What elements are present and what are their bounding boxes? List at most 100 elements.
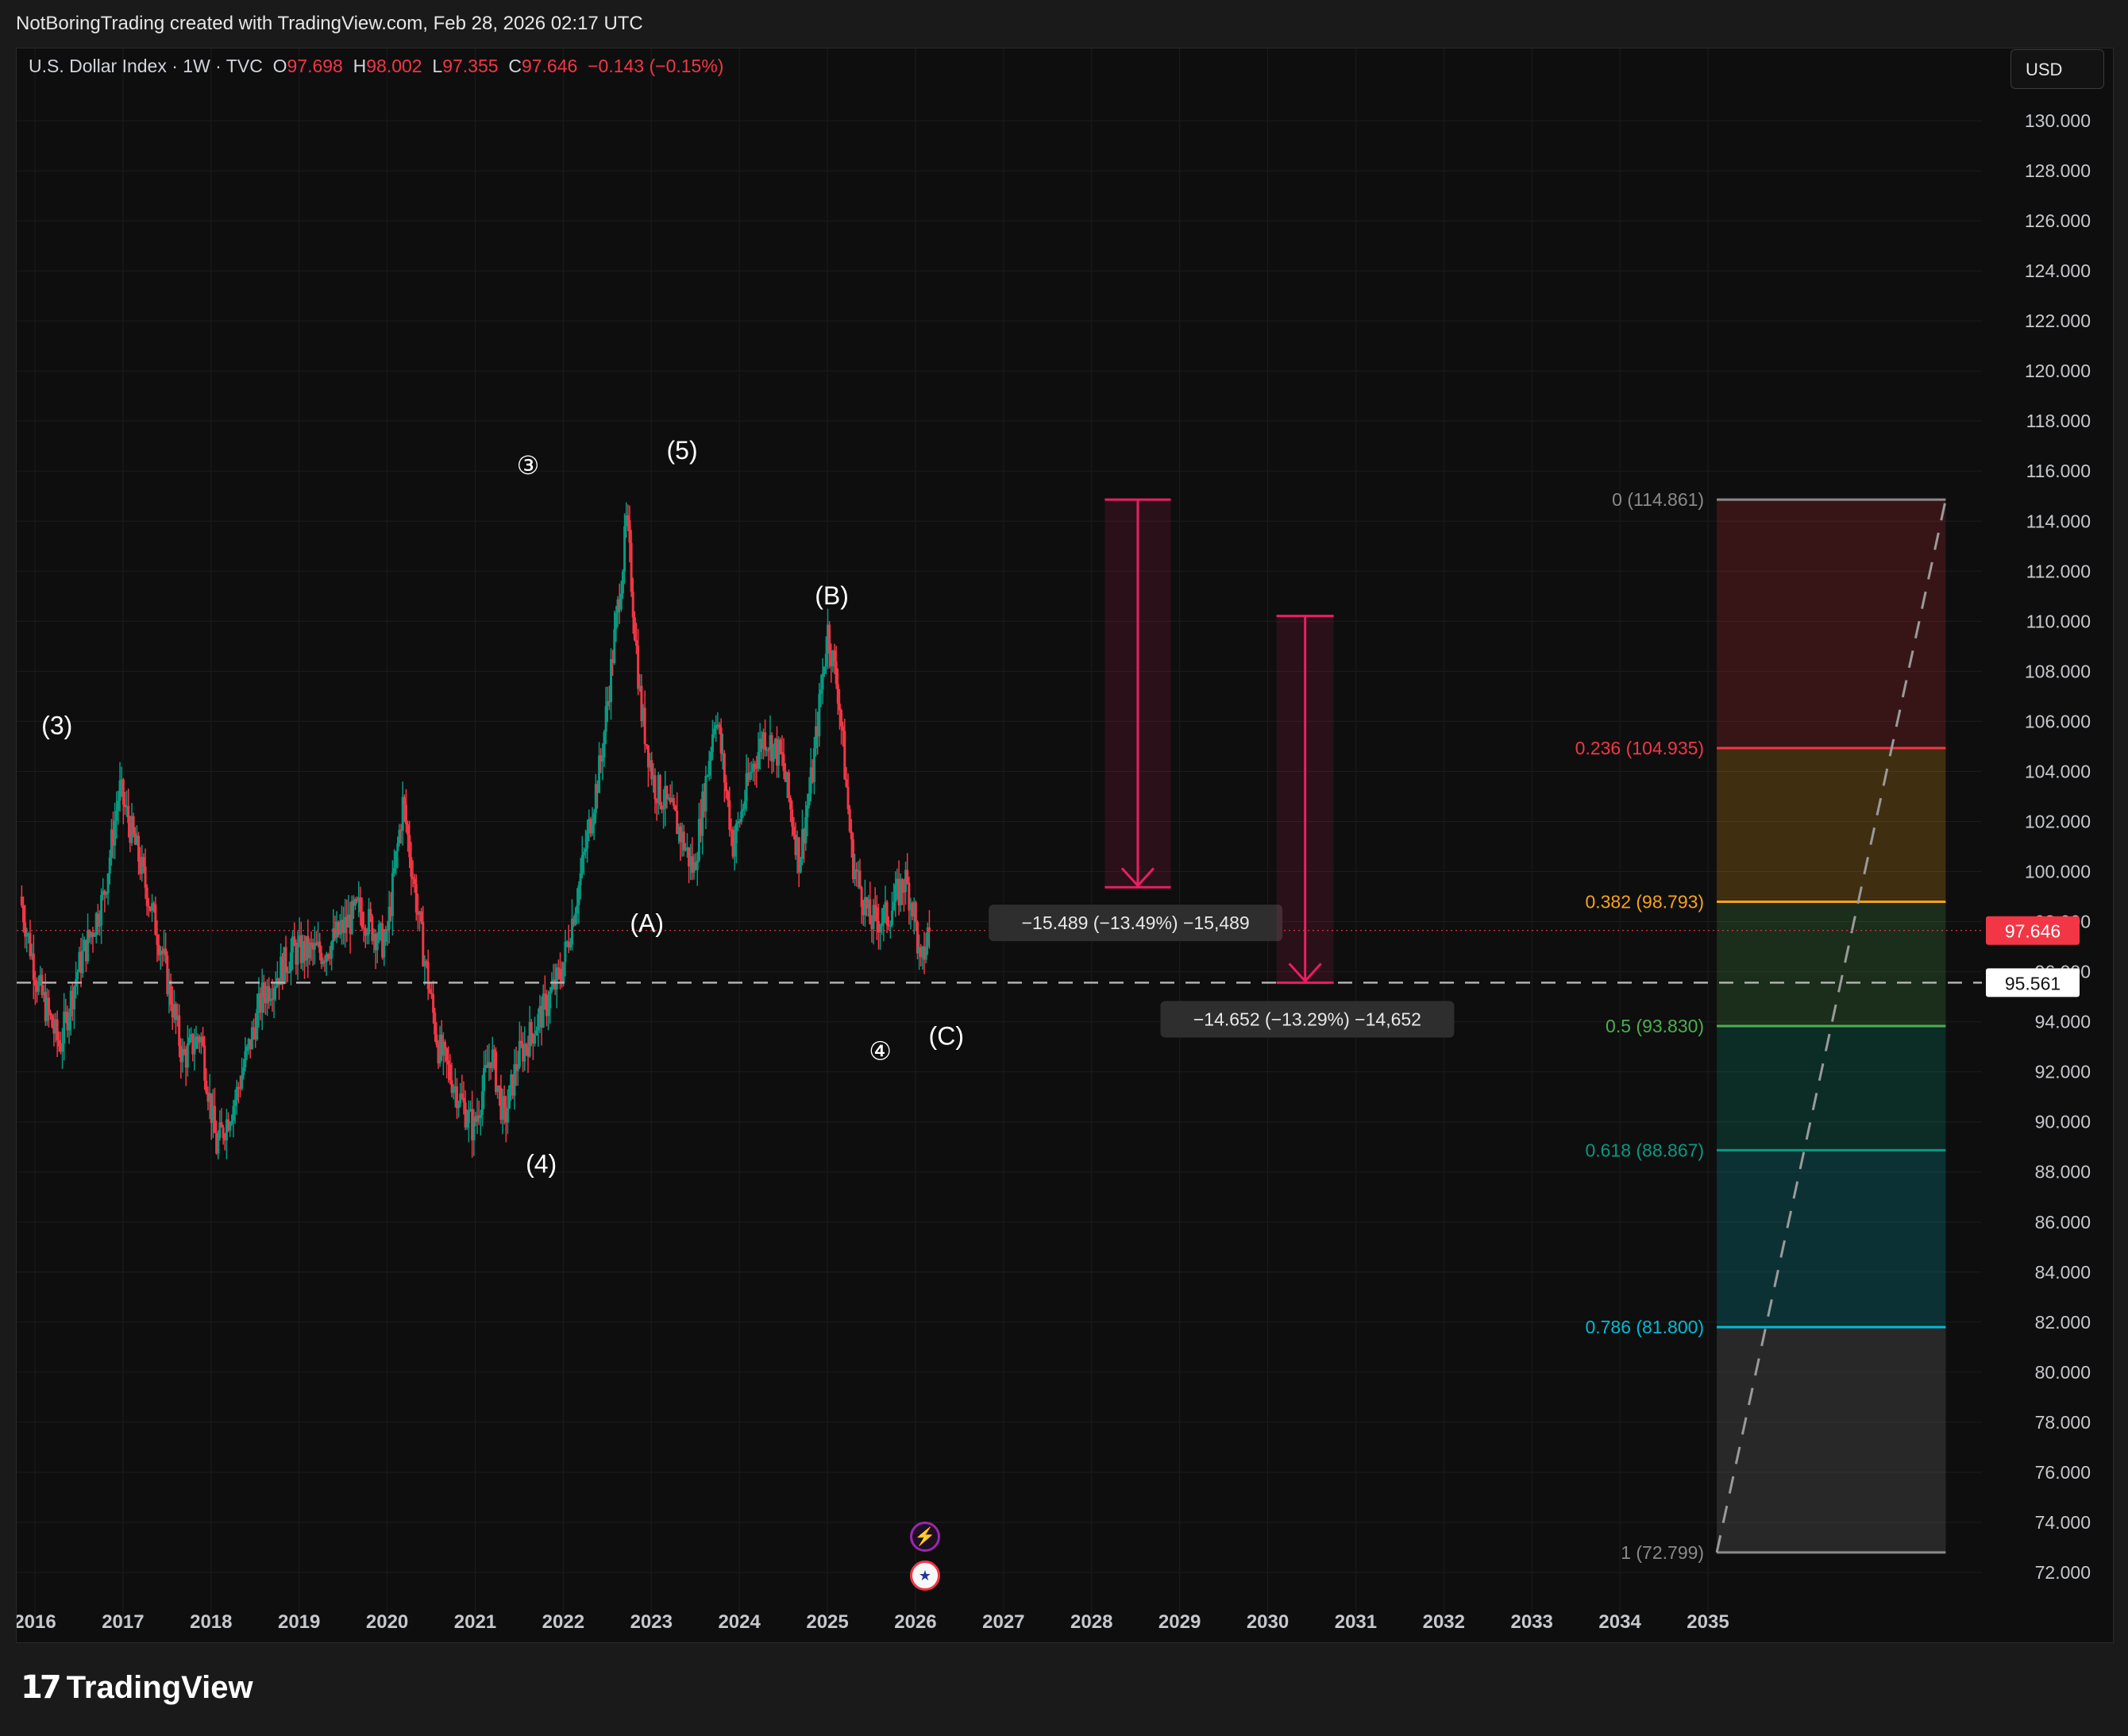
- candle-body: [467, 1110, 470, 1124]
- candle-body: [37, 981, 40, 992]
- x-axis-tick-label: 2031: [1335, 1611, 1377, 1633]
- candle-body: [542, 993, 545, 1028]
- candle-body: [713, 728, 716, 735]
- candle-body: [365, 934, 368, 936]
- x-axis-tick-label: 2022: [542, 1611, 584, 1633]
- fib-level-label: 0.618 (88.867): [1585, 1140, 1704, 1160]
- lightning-icon[interactable]: ⚡: [910, 1522, 940, 1552]
- candle-body: [709, 751, 712, 762]
- x-axis-tick-label: 2016: [17, 1611, 56, 1633]
- candle-body: [631, 592, 634, 618]
- candle-body: [846, 786, 850, 809]
- us-flag-icon[interactable]: ★: [910, 1560, 940, 1591]
- x-axis-tick-label: 2029: [1158, 1611, 1201, 1633]
- candle-body: [105, 893, 108, 895]
- candle-body: [186, 1044, 189, 1068]
- candle-body: [137, 835, 141, 862]
- candle-body: [824, 654, 827, 667]
- candle-body: [21, 905, 25, 923]
- chart-area[interactable]: 130.000 128.000 126.000 124.000 122.000 120.0…: [16, 48, 2114, 1643]
- candle-body: [564, 941, 567, 963]
- candle-body: [806, 805, 809, 817]
- candle-body: [860, 887, 863, 908]
- candle-body: [764, 732, 767, 750]
- candle-body: [98, 925, 101, 927]
- candle-body: [787, 772, 790, 799]
- candle-body: [569, 944, 572, 948]
- candle-body: [132, 816, 135, 834]
- x-axis-tick-label: 2028: [1070, 1611, 1112, 1633]
- y-axis-tick-label: 78.000: [2035, 1412, 2091, 1433]
- candle-body: [808, 793, 811, 806]
- candle-body: [410, 857, 413, 878]
- y-axis-tick-label: 84.000: [2035, 1262, 2091, 1283]
- candle-body: [643, 708, 646, 745]
- candle-body: [330, 942, 333, 959]
- y-axis-tick-label: 106.000: [2025, 711, 2091, 731]
- candle-body: [519, 1040, 522, 1044]
- wave-label: (4): [526, 1149, 557, 1178]
- candle-body: [144, 866, 147, 888]
- wave-label: (3): [41, 712, 72, 740]
- candle-body: [725, 782, 728, 792]
- candle-body: [591, 824, 594, 834]
- currency-button[interactable]: USD: [2010, 49, 2104, 89]
- candle-body: [850, 831, 853, 839]
- candle-body: [767, 750, 770, 751]
- candle-body: [882, 908, 885, 923]
- candle-body: [256, 1009, 259, 1040]
- x-axis-tick-label: 2035: [1687, 1611, 1729, 1633]
- candle-body: [610, 658, 613, 702]
- candle-body: [525, 1044, 528, 1047]
- candle-body: [115, 810, 118, 821]
- candle-body: [742, 808, 745, 812]
- open-value: 97.698: [287, 56, 343, 76]
- measure-label: −15.489 (−13.49%) −15,489: [1022, 912, 1250, 933]
- candle-body: [63, 1011, 66, 1044]
- candle-body: [235, 1086, 238, 1101]
- y-axis-tick-label: 104.000: [2025, 761, 2091, 781]
- candle-body: [728, 800, 731, 830]
- candle-body: [447, 1060, 450, 1065]
- candle-body: [369, 909, 372, 916]
- tradingview-logo[interactable]: 17 TradingView: [21, 1668, 253, 1707]
- candle-body: [49, 1012, 52, 1016]
- candle-body: [506, 1108, 509, 1123]
- candle-body: [457, 1103, 461, 1109]
- candle-body: [782, 754, 785, 771]
- candle-body: [743, 800, 746, 809]
- candle-body: [408, 835, 411, 858]
- candle-body: [592, 812, 596, 825]
- x-axis-tick-label: 2033: [1511, 1611, 1553, 1633]
- candle-body: [272, 988, 276, 1000]
- y-axis-tick-label: 118.000: [2026, 411, 2091, 431]
- x-axis-tick-label: 2019: [278, 1611, 320, 1633]
- last-price-badge-label: 97.646: [2005, 921, 2061, 942]
- candle-body: [187, 1037, 191, 1044]
- candle-body: [242, 1067, 245, 1075]
- candle-body: [734, 824, 738, 844]
- candle-body: [145, 887, 148, 906]
- candle-body: [626, 515, 630, 521]
- price-chart[interactable]: 130.000 128.000 126.000 124.000 122.000 120.0…: [17, 48, 2113, 1642]
- candle-body: [244, 1051, 247, 1068]
- candle-body: [530, 1021, 533, 1035]
- candle-body: [250, 1027, 253, 1050]
- candle-body: [557, 967, 560, 970]
- candle-body: [61, 1043, 64, 1052]
- change-value: −0.143 (−0.15%): [588, 56, 724, 76]
- candle-body: [792, 826, 796, 835]
- candle-body: [672, 798, 675, 806]
- candle-body: [396, 843, 399, 851]
- x-axis-tick-label: 2023: [630, 1611, 673, 1633]
- candle-body: [875, 907, 878, 921]
- candle-body: [789, 798, 792, 810]
- symbol-legend: U.S. Dollar Index · 1W · TVC O97.698 H98…: [29, 56, 723, 77]
- candle-body: [232, 1105, 235, 1121]
- candle-body: [914, 902, 917, 922]
- y-axis-tick-label: 74.000: [2035, 1512, 2091, 1533]
- candle-body: [114, 820, 117, 846]
- candle-body: [579, 873, 582, 885]
- high-label: H: [353, 56, 367, 76]
- y-axis-tick-label: 116.000: [2026, 461, 2091, 481]
